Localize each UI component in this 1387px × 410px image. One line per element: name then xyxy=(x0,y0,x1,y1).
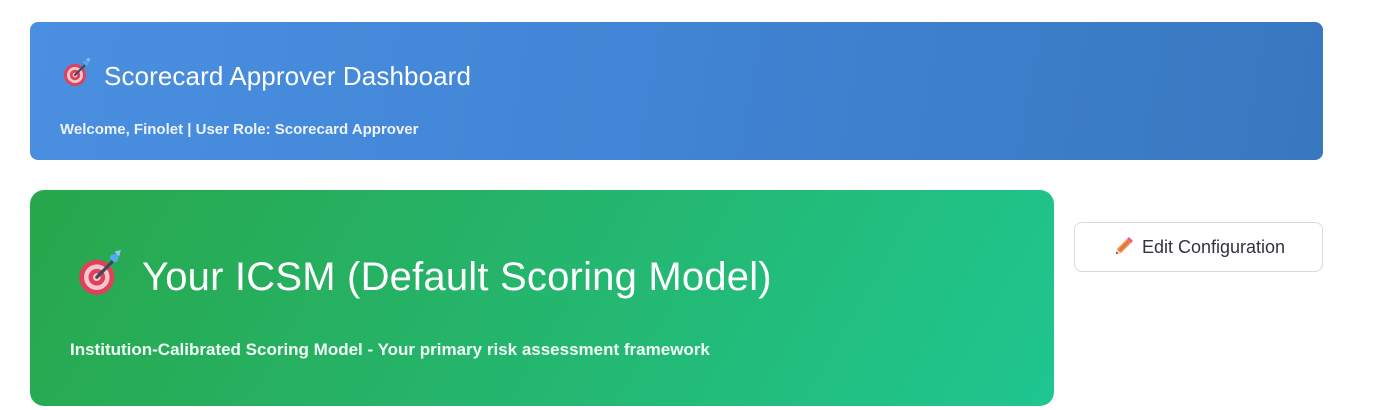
default-model-card: Your ICSM (Default Scoring Model) Instit… xyxy=(30,190,1054,406)
dart-target-icon xyxy=(76,250,124,303)
header-banner: Scorecard Approver Dashboard Welcome, Fi… xyxy=(30,22,1323,160)
dart-target-icon xyxy=(62,58,92,93)
model-title-row: Your ICSM (Default Scoring Model) xyxy=(76,250,772,303)
edit-configuration-button[interactable]: Edit Configuration xyxy=(1074,222,1323,272)
model-title: Your ICSM (Default Scoring Model) xyxy=(142,254,772,299)
welcome-text: Welcome, Finolet | User Role: Scorecard … xyxy=(60,121,419,138)
edit-configuration-label: Edit Configuration xyxy=(1141,236,1286,257)
pencil-icon xyxy=(1112,236,1134,258)
page-title: Scorecard Approver Dashboard xyxy=(104,60,472,91)
model-description: Institution-Calibrated Scoring Model - Y… xyxy=(70,340,710,359)
dashboard-page: Scorecard Approver Dashboard Welcome, Fi… xyxy=(0,0,1387,410)
header-title-row: Scorecard Approver Dashboard xyxy=(62,58,471,93)
